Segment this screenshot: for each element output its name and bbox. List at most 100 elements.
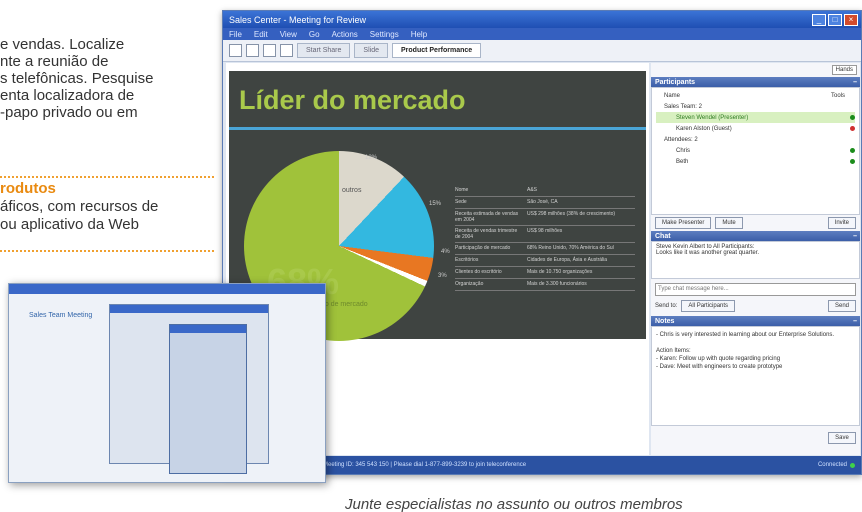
- brochure-line: -papo privado ou em: [0, 104, 138, 121]
- stats-row: Nome A&S: [455, 185, 635, 197]
- tab-start-share[interactable]: Start Share: [297, 43, 351, 58]
- participant-row[interactable]: Steven Wendel (Presenter): [656, 112, 855, 123]
- close-button[interactable]: ×: [844, 13, 858, 26]
- right-panel: Hands Participants – Name Tools Sales Te…: [651, 63, 860, 455]
- view-dropdown[interactable]: Hands: [831, 65, 857, 75]
- brochure-subtext: áficos, com recursos de ou aplicativo da…: [0, 198, 215, 234]
- participant-name: Steven Wendel (Presenter): [676, 114, 749, 121]
- stats-value: US$ 298 milhões (38% de crescimento): [527, 211, 616, 217]
- share-icon[interactable]: [280, 44, 293, 57]
- status-dot-icon: [850, 159, 855, 164]
- collapse-icon[interactable]: –: [853, 79, 857, 86]
- stats-row: Receita de vendas trimestre de 2004 US$ 9…: [455, 226, 635, 243]
- toolbar: Start Share Slide Product Performance: [223, 40, 861, 62]
- status-text: Meeting ID: 345 543 150 | Please dial 1-…: [323, 462, 527, 468]
- notes-line: - Dave: Meet with engineers to create pr…: [656, 364, 783, 370]
- pie-pct-12: 12%: [365, 155, 378, 161]
- menu-file[interactable]: File: [229, 30, 242, 39]
- notes-line: - Chris is very interested in learning a…: [656, 332, 835, 338]
- stats-key: Receita estimada de vendas em 2004: [455, 211, 519, 223]
- stats-row: Organização Mais de 3.300 funcionários: [455, 279, 635, 291]
- maximize-button[interactable]: □: [828, 13, 842, 26]
- stats-key: Nome: [455, 187, 469, 193]
- make-presenter-button[interactable]: Make Presenter: [655, 217, 712, 229]
- minimize-button[interactable]: _: [812, 13, 826, 26]
- participant-name: Attendees: 2: [664, 136, 698, 143]
- menu-go[interactable]: Go: [309, 30, 320, 39]
- dotted-divider: [0, 176, 214, 178]
- menu-edit[interactable]: Edit: [254, 30, 268, 39]
- stats-key: Escritórios: [455, 257, 479, 263]
- inset-window-bar: [170, 325, 246, 333]
- status-dot-icon: [850, 115, 855, 120]
- send-to-label: Send to:: [655, 303, 678, 309]
- notes-line: [656, 339, 855, 347]
- mute-button[interactable]: Mute: [715, 217, 743, 229]
- window-title: Sales Center - Meeting for Review: [229, 14, 367, 25]
- notes-header[interactable]: Notes –: [651, 316, 860, 326]
- connection-status: Connected: [817, 462, 847, 468]
- chat-message: Looks like it was another great quarter.: [656, 250, 760, 256]
- new-icon[interactable]: [229, 44, 242, 57]
- stats-row: Sede São José, CA: [455, 197, 635, 209]
- chat-log: Steve Kevin Albert to All Participants: …: [651, 241, 860, 279]
- menu-actions[interactable]: Actions: [332, 30, 358, 39]
- brochure-line: áficos, com recursos de: [0, 198, 159, 215]
- participants-header[interactable]: Participants –: [651, 77, 860, 87]
- stats-value: São José, CA: [527, 199, 558, 205]
- status-dot-icon: [850, 126, 855, 131]
- participant-name: Karen Alston (Guest): [676, 125, 732, 132]
- participant-row[interactable]: Karen Alston (Guest): [656, 123, 855, 134]
- column-tools: Tools: [830, 92, 845, 99]
- brochure-line: enta localizadora de: [0, 87, 135, 104]
- participants-title: Participants: [655, 78, 696, 86]
- invite-button[interactable]: Invite: [827, 217, 856, 229]
- open-icon[interactable]: [246, 44, 259, 57]
- menu-bar: File Edit View Go Actions Settings Help: [223, 28, 861, 40]
- brochure-line: s telefônicas. Pesquise: [0, 70, 154, 87]
- brochure-line: nte a reunião de: [0, 53, 109, 70]
- chat-title: Chat: [655, 232, 671, 240]
- menu-settings[interactable]: Settings: [370, 30, 399, 39]
- save-icon[interactable]: [263, 44, 276, 57]
- send-button[interactable]: Send: [827, 300, 856, 312]
- company-stats-table: Nome A&S Sede São José, CA Receita estimad…: [455, 185, 635, 291]
- menu-view[interactable]: View: [280, 30, 297, 39]
- chat-input[interactable]: Type chat message here...: [655, 283, 856, 296]
- brochure-line: e vendas. Localize: [0, 36, 125, 53]
- participant-group[interactable]: Attendees: 2: [656, 134, 855, 145]
- stats-row: Clientes do escritório Mais de 10.750 org…: [455, 267, 635, 279]
- chat-header[interactable]: Chat –: [651, 231, 860, 241]
- collapse-icon[interactable]: –: [853, 233, 857, 240]
- inset-window: [169, 324, 247, 474]
- participant-name: Sales Team: 2: [664, 103, 702, 110]
- participants-column-header: Name Tools: [656, 90, 855, 101]
- pie-pct-4: 4%: [441, 249, 450, 255]
- brochure-caption: Junte especialistas no assunto ou outros…: [345, 496, 683, 512]
- notes-line: - Karen: Follow up with quote regarding …: [656, 356, 781, 362]
- notes-line: Action Items:: [656, 348, 691, 354]
- column-name: Name: [664, 92, 681, 99]
- stats-key: Receita de vendas trimestre de 2004: [455, 228, 518, 240]
- send-to-dropdown[interactable]: All Participants: [681, 300, 736, 312]
- stats-value: Mais de 3.300 funcionários: [527, 281, 587, 287]
- participant-group[interactable]: Sales Team: 2: [656, 101, 855, 112]
- pie-pct-15: 15%: [429, 201, 442, 207]
- brochure-subhead: rodutos: [0, 180, 56, 197]
- save-button[interactable]: Save: [828, 432, 856, 444]
- stats-key: Sede: [455, 199, 467, 205]
- notes-area[interactable]: - Chris is very interested in learning a…: [651, 326, 860, 426]
- stats-key: Organização: [455, 281, 484, 287]
- pie-pct-3: 3%: [438, 273, 447, 279]
- stats-row: Escritórios Cidades de Europa, Ásia e Aus…: [455, 255, 635, 267]
- inset-heading: Sales Team Meeting: [29, 312, 93, 319]
- participants-list: Name Tools Sales Team: 2 Steven Wendel (…: [651, 87, 860, 215]
- tab-product-performance[interactable]: Product Performance: [392, 43, 482, 58]
- tab-slide[interactable]: Slide: [354, 43, 388, 58]
- participant-row[interactable]: Chris: [656, 145, 855, 156]
- stats-value: Mais de 10.750 organizações: [527, 269, 593, 275]
- notes-title: Notes: [655, 317, 675, 325]
- participant-row[interactable]: Beth: [656, 156, 855, 167]
- collapse-icon[interactable]: –: [853, 318, 857, 325]
- menu-help[interactable]: Help: [411, 30, 427, 39]
